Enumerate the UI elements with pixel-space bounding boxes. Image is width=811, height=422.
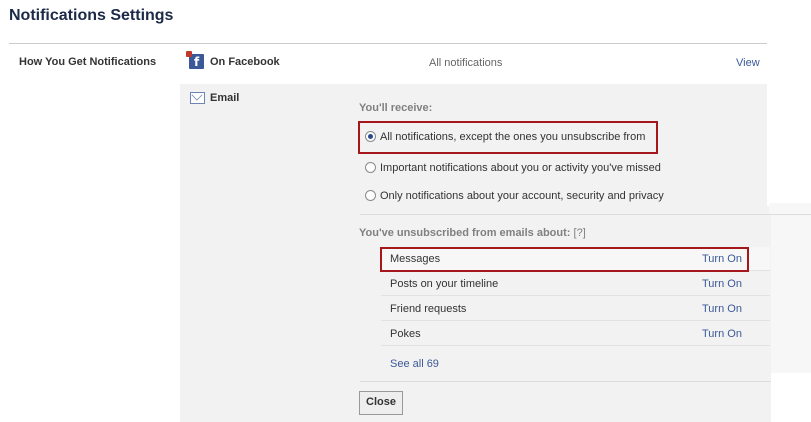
list-item: Friend requests Turn On <box>381 297 770 321</box>
unsubscribed-heading-group: You've unsubscribed from emails about: [… <box>359 227 586 239</box>
turn-on-link[interactable]: Turn On <box>702 278 742 290</box>
see-all-link[interactable]: See all 69 <box>390 358 439 370</box>
email-label: Email <box>210 92 240 104</box>
page-title: Notifications Settings <box>9 7 174 24</box>
radio-all-notifications[interactable] <box>365 131 376 142</box>
notification-badge-icon <box>186 51 192 57</box>
highlight-box-messages <box>380 247 749 272</box>
option-label[interactable]: All notifications, except the ones you u… <box>380 131 645 143</box>
view-link[interactable]: View <box>736 57 760 69</box>
help-link[interactable]: [?] <box>574 227 586 239</box>
list-item-label: Pokes <box>390 328 421 340</box>
radio-important-notifications[interactable] <box>365 162 376 173</box>
unsubscribed-heading: You've unsubscribed from emails about: <box>359 227 571 239</box>
close-button[interactable]: Close <box>359 391 403 415</box>
list-item: Pokes Turn On <box>381 322 770 346</box>
radio-account-only[interactable] <box>365 190 376 201</box>
panel-edge <box>771 373 811 422</box>
receive-heading: You'll receive: <box>359 102 433 114</box>
turn-on-link[interactable]: Turn On <box>702 328 742 340</box>
panel-edge <box>769 203 811 213</box>
list-item: Posts on your timeline Turn On <box>381 272 770 296</box>
facebook-icon: f <box>186 51 204 69</box>
list-item-label: Posts on your timeline <box>390 278 499 290</box>
option-label[interactable]: Only notifications about your account, s… <box>380 190 664 202</box>
panel-edge <box>771 213 811 373</box>
divider <box>360 381 771 382</box>
on-facebook-status: All notifications <box>429 57 503 69</box>
facebook-f-glyph: f <box>194 55 200 69</box>
panel-edge <box>767 84 811 206</box>
section-label: How You Get Notifications <box>19 56 157 68</box>
list-item-label: Friend requests <box>390 303 467 315</box>
mail-icon <box>190 92 205 104</box>
option-label[interactable]: Important notifications about you or act… <box>380 162 661 174</box>
turn-on-link[interactable]: Turn On <box>702 303 742 315</box>
divider <box>360 214 811 215</box>
divider <box>9 43 767 44</box>
on-facebook-label: On Facebook <box>210 56 280 68</box>
